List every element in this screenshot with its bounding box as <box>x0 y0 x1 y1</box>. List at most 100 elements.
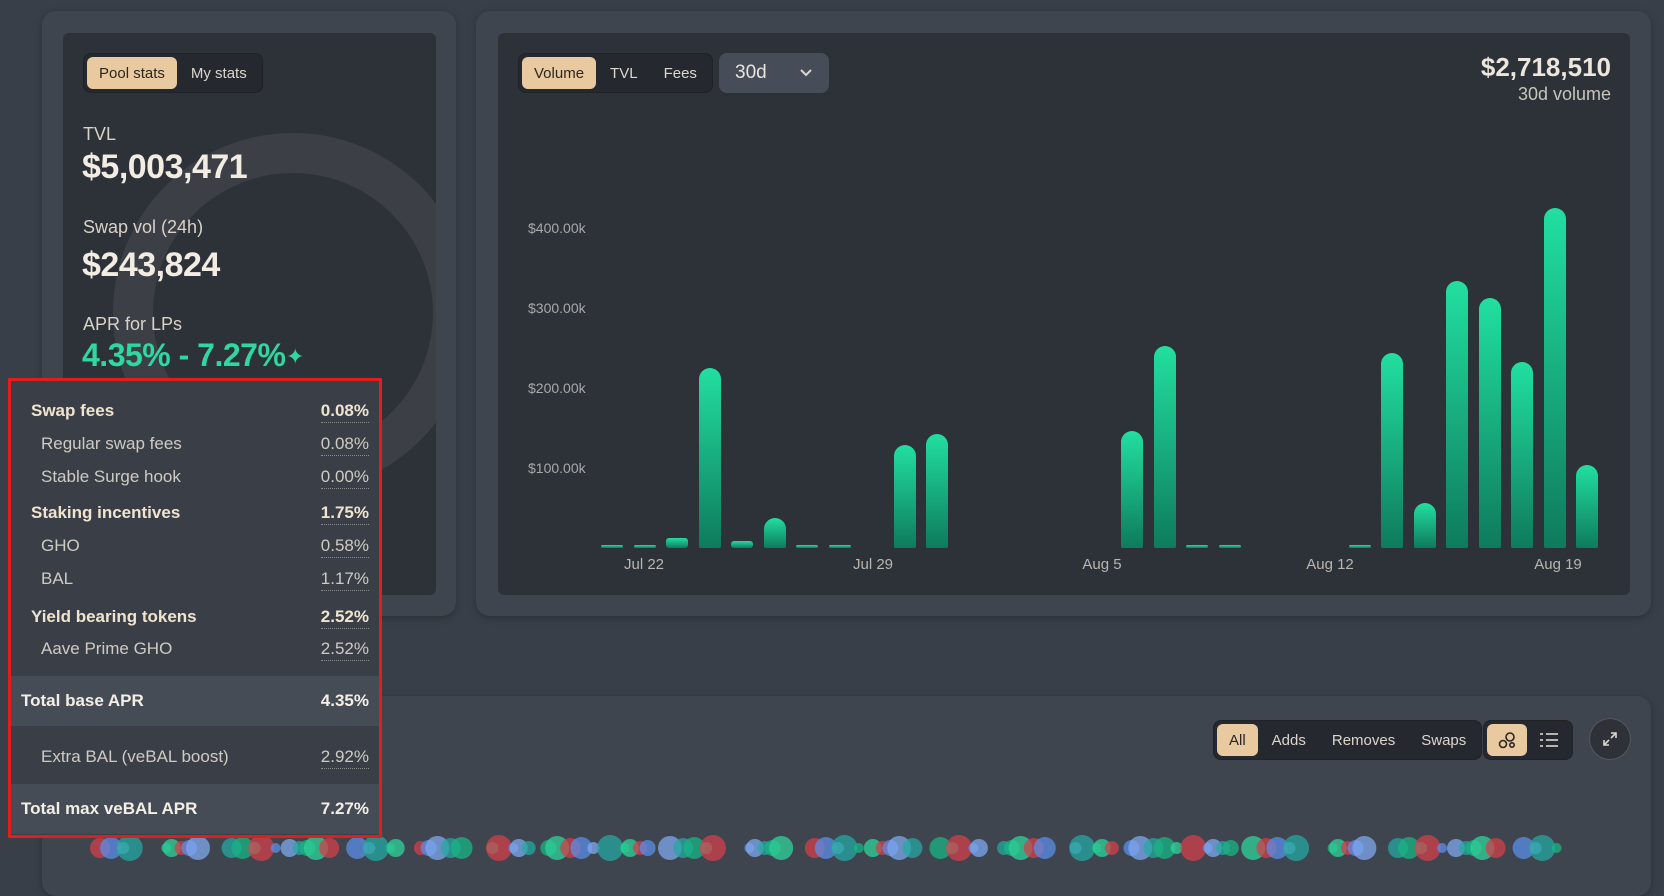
filter-removes[interactable]: Removes <box>1320 724 1407 756</box>
activity-bubble[interactable] <box>902 838 923 858</box>
volume-bar[interactable] <box>828 545 851 548</box>
activity-bubble[interactable] <box>597 835 624 861</box>
swap-vol-value: $243,824 <box>82 246 220 284</box>
activity-bubble[interactable] <box>1352 836 1377 860</box>
volume-bar[interactable] <box>633 544 656 548</box>
bubbles-icon[interactable] <box>1487 724 1527 756</box>
activity-bubble[interactable] <box>1180 835 1207 861</box>
x-tick-aug-12: Aug 12 <box>1306 556 1354 573</box>
volume-bar[interactable] <box>1153 346 1176 548</box>
staking-incentives-row: Staking incentives 1.75% <box>11 503 379 525</box>
x-tick-aug-19: Aug 19 <box>1534 556 1582 573</box>
activity-bubble[interactable] <box>699 835 726 861</box>
activity-bubble[interactable] <box>362 835 389 861</box>
list-icon[interactable] <box>1529 724 1569 756</box>
activity-bubble[interactable] <box>1283 835 1310 861</box>
chevron-down-icon <box>800 69 812 77</box>
activity-bubble[interactable] <box>769 836 794 860</box>
activity-bubble[interactable] <box>831 835 858 861</box>
activity-bubble[interactable] <box>1033 837 1056 859</box>
summary-value: $2,718,510 <box>1480 52 1611 82</box>
volume-bar[interactable] <box>1186 545 1208 548</box>
volume-bar[interactable] <box>1543 208 1566 548</box>
volume-bar[interactable] <box>698 368 721 548</box>
regular-swap-fees-row: Regular swap fees 0.08% <box>11 434 379 456</box>
activity-bubble[interactable] <box>1437 843 1447 853</box>
volume-bar[interactable] <box>1478 298 1501 548</box>
activity-bubble[interactable] <box>969 839 988 857</box>
volume-bar[interactable] <box>796 545 818 548</box>
period-value: 30d <box>735 62 767 83</box>
tab-volume[interactable]: Volume <box>522 57 597 89</box>
swap-fees-row: Swap fees 0.08% <box>11 401 379 423</box>
view-toggle-group <box>1483 720 1573 760</box>
activity-bubble[interactable] <box>1414 835 1441 861</box>
activity-bubble[interactable] <box>386 839 405 857</box>
activity-bubble[interactable] <box>1485 838 1506 858</box>
apr-value: 4.35% - 7.27% <box>82 337 286 373</box>
gho-row: GHO 0.58% <box>11 536 379 558</box>
volume-bar[interactable] <box>926 434 948 548</box>
tvl-value: $5,003,471 <box>82 148 248 186</box>
chart-inner: $400.00k $300.00k $200.00k $100.00k <box>498 33 1630 595</box>
apr-breakdown-tooltip: Swap fees 0.08% Regular swap fees 0.08% St… <box>8 378 382 838</box>
total-max-vebal-apr-row: Total max veBAL APR 7.27% <box>11 784 379 834</box>
activity-bubble[interactable] <box>639 840 656 856</box>
activity-bubble[interactable] <box>1104 841 1119 855</box>
apr-label: APR for LPs <box>83 314 183 334</box>
tab-fees[interactable]: Fees <box>652 57 709 89</box>
activity-bubble[interactable] <box>248 835 275 861</box>
volume-bar[interactable] <box>1511 362 1533 548</box>
volume-bar[interactable] <box>893 444 916 548</box>
volume-bar[interactable] <box>666 538 688 548</box>
volume-bar[interactable] <box>1121 431 1143 548</box>
total-base-apr-row: Total base APR 4.35% <box>11 676 379 726</box>
activity-bubble[interactable] <box>116 835 143 861</box>
volume-bar[interactable] <box>1218 545 1241 548</box>
volume-bar[interactable] <box>1413 503 1436 548</box>
extra-bal-row: Extra BAL (veBAL boost) 2.92% <box>11 747 379 769</box>
tvl-label: TVL <box>83 124 117 144</box>
sparkles-icon[interactable]: ✦ <box>286 344 304 370</box>
filter-swaps[interactable]: Swaps <box>1409 724 1478 756</box>
summary-label: 30d volume <box>1517 84 1611 104</box>
activity-bubble[interactable] <box>186 836 210 860</box>
x-tick-jul-29: Jul 29 <box>852 556 894 573</box>
activity-bubble[interactable] <box>319 838 340 858</box>
activity-bubble[interactable] <box>450 837 473 859</box>
activity-filter-group: All Adds Removes Swaps <box>1213 720 1483 760</box>
bal-row: BAL 1.17% <box>11 569 379 591</box>
filter-all[interactable]: All <box>1217 724 1258 756</box>
volume-bar[interactable] <box>601 545 623 548</box>
volume-bar[interactable] <box>1348 545 1371 548</box>
yield-bearing-tokens-row: Yield bearing tokens 2.52% <box>11 607 379 629</box>
expand-icon[interactable] <box>1589 718 1631 760</box>
tab-my-stats[interactable]: My stats <box>179 57 259 89</box>
volume-bar[interactable] <box>763 518 786 548</box>
volume-bar[interactable] <box>1576 464 1598 548</box>
volume-bar[interactable] <box>1381 352 1403 548</box>
volume-bar[interactable] <box>1446 280 1468 548</box>
activity-bubble[interactable] <box>1551 843 1562 853</box>
y-tick-200k: $200.00k <box>528 380 586 396</box>
filter-adds[interactable]: Adds <box>1260 724 1318 756</box>
activity-bubble[interactable] <box>946 835 973 861</box>
activity-bubble[interactable] <box>1069 835 1096 861</box>
y-tick-100k: $100.00k <box>528 460 586 476</box>
stats-tab-group: Pool stats My stats <box>83 53 263 93</box>
stable-surge-hook-row: Stable Surge hook 0.00% <box>11 467 379 489</box>
y-tick-300k: $300.00k <box>528 300 586 316</box>
tab-tvl[interactable]: TVL <box>598 57 650 89</box>
activity-bubble[interactable] <box>486 835 512 861</box>
activity-bubble[interactable] <box>1222 840 1239 856</box>
activity-bubble[interactable] <box>853 843 864 853</box>
y-tick-400k: $400.00k <box>528 220 586 236</box>
volume-bar[interactable] <box>731 540 753 548</box>
activity-bubble[interactable] <box>521 841 536 855</box>
x-tick-jul-22: Jul 22 <box>623 556 665 573</box>
period-dropdown[interactable]: 30d <box>719 53 829 93</box>
tab-pool-stats[interactable]: Pool stats <box>87 57 177 89</box>
chart-metric-tabs: Volume TVL Fees <box>518 53 713 93</box>
activity-bubble[interactable] <box>1529 835 1556 861</box>
activity-bubble[interactable] <box>270 843 281 853</box>
